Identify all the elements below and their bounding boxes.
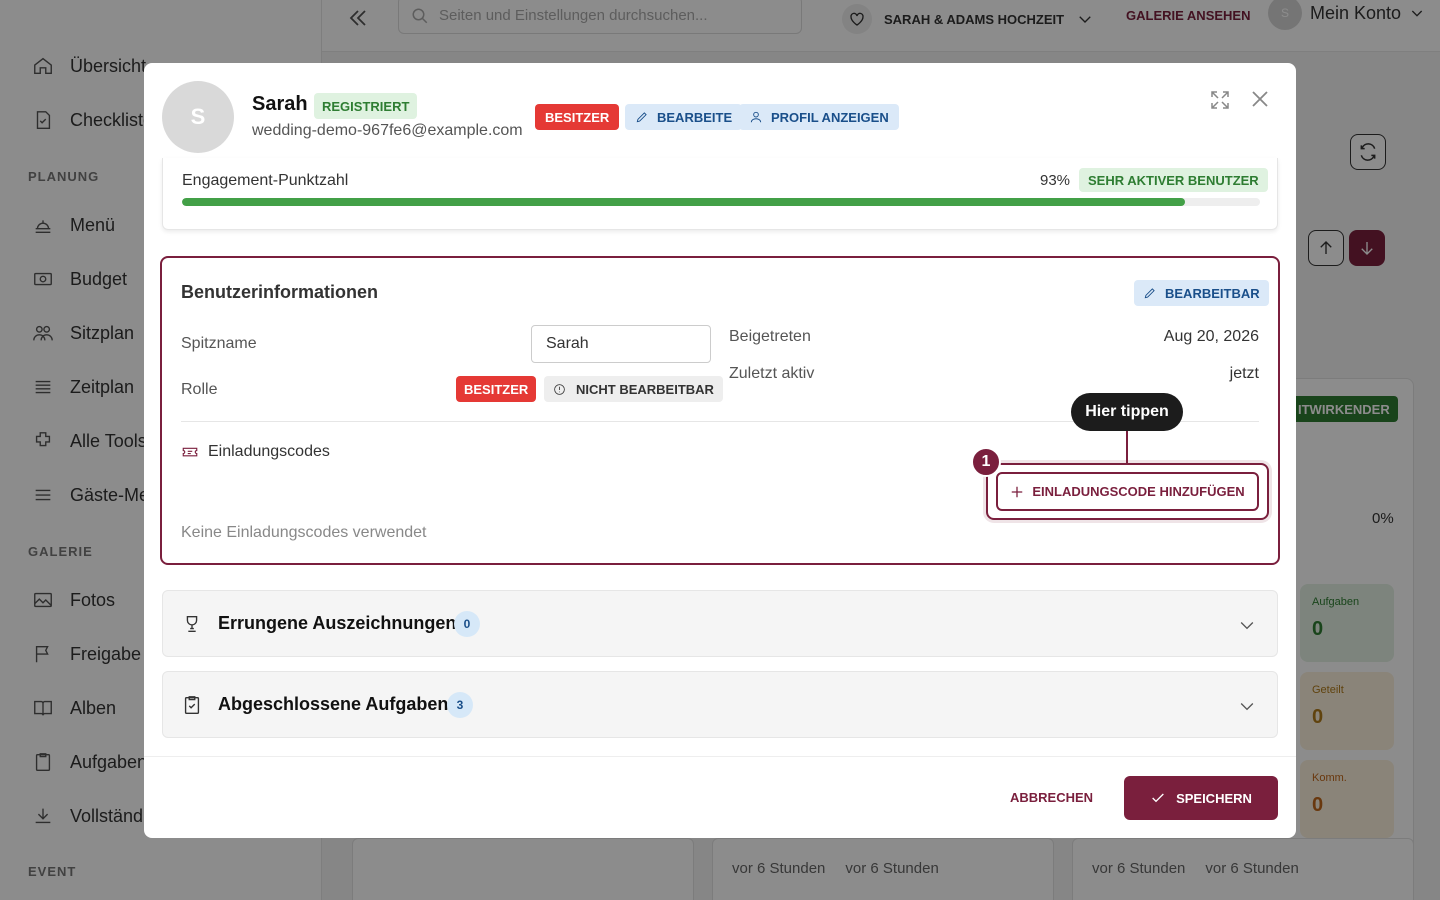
editable-badge-label: BEARBEITBAR xyxy=(1165,285,1260,301)
info-icon xyxy=(554,383,565,395)
accordion-title: Abgeschlossene Aufgaben xyxy=(218,694,449,714)
not-editable-label: NICHT BEARBEITBAR xyxy=(576,381,714,397)
last-active-label: Zuletzt aktiv xyxy=(729,365,815,382)
add-invite-code-button[interactable]: EINLADUNGSCODE HINZUFÜGEN xyxy=(996,472,1259,511)
user-email: wedding-demo-967fe6@example.com xyxy=(252,122,523,139)
role-label: Rolle xyxy=(181,381,218,398)
ticket-icon xyxy=(182,447,198,457)
section-title: Benutzerinformationen xyxy=(181,282,379,302)
joined-label: Beigetreten xyxy=(729,328,811,345)
not-editable-badge: NICHT BEARBEITBAR xyxy=(544,376,723,402)
view-profile-button[interactable]: PROFIL ANZEIGEN xyxy=(739,104,899,130)
tutorial-tooltip: Hier tippen xyxy=(1071,393,1183,431)
owner-badge: BESITZER xyxy=(535,104,620,130)
clipboard-check-icon xyxy=(184,696,200,714)
count-badge: 3 xyxy=(447,692,473,718)
joined-value: Aug 20, 2026 xyxy=(1163,328,1259,345)
plus-icon xyxy=(1012,486,1023,497)
close-icon[interactable] xyxy=(1248,87,1272,111)
trophy-icon xyxy=(186,615,198,633)
avatar: S xyxy=(162,81,234,153)
user-detail-modal: S Sarah REGISTRIERT wedding-demo-967fe6@… xyxy=(144,63,1296,838)
check-icon xyxy=(1152,793,1164,803)
chevron-down-icon xyxy=(1240,703,1254,711)
tooltip-connector xyxy=(1126,431,1128,464)
engagement-card: Engagement-Punktzahl 93% SEHR AKTIVER BE… xyxy=(162,158,1278,230)
invite-codes-heading: Einladungscodes xyxy=(181,443,330,461)
user-name: Sarah xyxy=(252,93,308,115)
engagement-value: 93% xyxy=(1040,172,1071,189)
tutorial-step-number: 1 xyxy=(971,447,1001,477)
expand-icon[interactable] xyxy=(1208,88,1232,112)
accordion-title: Errungene Auszeichnungen xyxy=(218,613,457,633)
count-badge: 0 xyxy=(454,611,480,637)
save-button[interactable]: SPEICHERN xyxy=(1124,776,1278,820)
completed-tasks-accordion[interactable]: Abgeschlossene Aufgaben 3 xyxy=(162,671,1278,738)
chevron-down-icon xyxy=(1240,622,1254,630)
engagement-progress-bar xyxy=(182,198,1260,206)
nickname-field[interactable] xyxy=(531,325,711,363)
invite-codes-title: Einladungscodes xyxy=(208,443,330,460)
engagement-label: Engagement-Punktzahl xyxy=(182,172,349,189)
person-icon xyxy=(750,111,762,123)
editable-badge: BEARBEITBAR xyxy=(1134,280,1269,306)
edit-button[interactable]: BEARBEITE xyxy=(625,104,743,130)
modal-footer: ABBRECHEN SPEICHERN xyxy=(144,756,1296,838)
last-active-value: jetzt xyxy=(1229,365,1259,382)
achievements-accordion[interactable]: Errungene Auszeichnungen 0 xyxy=(162,590,1278,657)
pencil-icon xyxy=(1144,288,1155,299)
pencil-icon xyxy=(636,112,647,123)
cancel-button[interactable]: ABBRECHEN xyxy=(998,782,1105,812)
role-owner-badge: BESITZER xyxy=(456,376,537,402)
save-button-label: SPEICHERN xyxy=(1176,790,1252,806)
nickname-label: Spitzname xyxy=(181,335,257,352)
status-badge: REGISTRIERT xyxy=(314,93,418,119)
invite-codes-empty: Keine Einladungscodes verwendet xyxy=(181,524,427,541)
owner-badge-label: BESITZER xyxy=(545,109,610,125)
activity-badge: SEHR AKTIVER BENUTZER xyxy=(1079,168,1268,192)
view-profile-label: PROFIL ANZEIGEN xyxy=(771,109,889,125)
edit-button-label: BEARBEITE xyxy=(657,109,733,125)
engagement-progress-fill xyxy=(182,198,1185,206)
add-invite-code-label: EINLADUNGSCODE HINZUFÜGEN xyxy=(1032,484,1245,499)
